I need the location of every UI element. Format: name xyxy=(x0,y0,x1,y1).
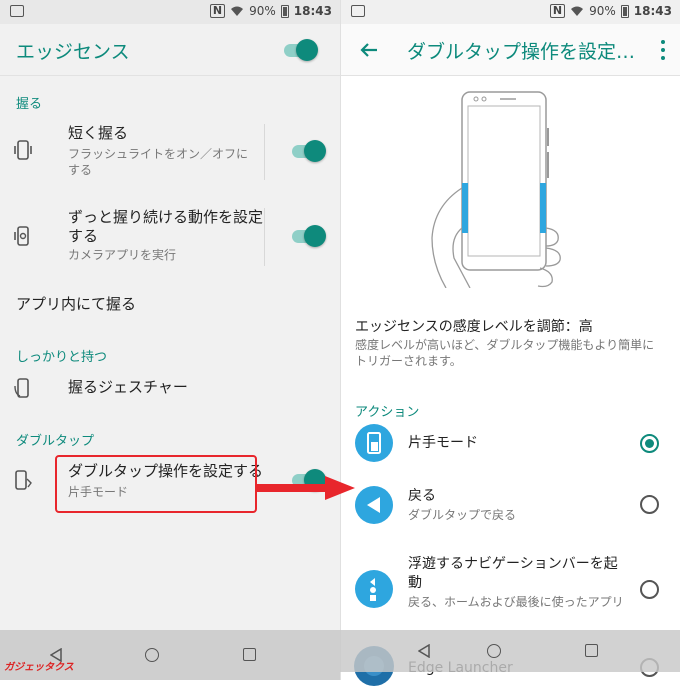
nfc-icon: N xyxy=(549,4,566,18)
sensitivity-description: 感度レベルが高いほど、ダブルタップ機能もより簡単にトリガーされます。 xyxy=(355,338,655,368)
back-triangle-icon xyxy=(355,486,393,524)
phone-squeeze-icon xyxy=(14,140,32,160)
app-bar: エッジセンス xyxy=(0,24,340,76)
action-title-back[interactable]: 戻る xyxy=(408,487,436,506)
short-squeeze-toggle[interactable] xyxy=(290,139,326,163)
nav-recents-icon[interactable] xyxy=(585,644,598,657)
page-title: エッジセンス xyxy=(16,41,130,63)
radio-back[interactable] xyxy=(640,495,659,514)
wifi-icon xyxy=(571,6,584,16)
left-screen: N 90% 18:43 エッジセンス 握る 短く握る フラッシュライトをオン／オ… xyxy=(0,0,340,680)
long-squeeze-title[interactable]: ずっと握り続ける動作を設定する xyxy=(68,208,264,246)
battery-icon xyxy=(620,4,629,18)
floating-navbar-icon xyxy=(355,570,393,608)
radio-one-hand[interactable] xyxy=(640,434,659,453)
watermark-logo: ガジェッタクス xyxy=(4,662,74,673)
back-arrow-icon[interactable] xyxy=(357,38,381,62)
battery-percent: 90% xyxy=(589,4,616,18)
nav-back-icon[interactable] xyxy=(418,644,430,658)
phone-doubletap-icon xyxy=(15,470,32,490)
battery-percent: 90% xyxy=(249,4,276,18)
master-toggle[interactable] xyxy=(282,38,318,62)
notification-icon xyxy=(10,5,24,17)
phone-camera-icon xyxy=(14,226,29,246)
highlight-box xyxy=(55,455,257,513)
wifi-icon xyxy=(231,6,244,16)
battery-icon xyxy=(280,4,289,18)
more-options-icon[interactable] xyxy=(660,40,666,60)
clock: 18:43 xyxy=(293,4,332,18)
nav-recents-icon[interactable] xyxy=(243,648,256,661)
section-header-actions: アクション xyxy=(355,405,420,420)
action-subtitle-back: ダブルタップで戻る xyxy=(408,508,517,522)
section-header-squeeze: 握る xyxy=(16,97,43,112)
status-bar: N 90% 18:43 xyxy=(341,0,680,24)
one-hand-mode-icon xyxy=(355,424,393,462)
action-title-one-hand[interactable]: 片手モード xyxy=(408,434,478,453)
radio-floating-nav[interactable] xyxy=(640,580,659,599)
phone-hand-illustration xyxy=(431,91,561,288)
nfc-icon: N xyxy=(209,4,226,18)
annotation-arrow-icon xyxy=(255,476,355,500)
short-squeeze-title[interactable]: 短く握る xyxy=(68,124,128,143)
in-app-squeeze-item[interactable]: アプリ内にて握る xyxy=(16,295,136,314)
nav-bar xyxy=(340,630,680,672)
clock: 18:43 xyxy=(633,4,672,18)
nav-home-icon[interactable] xyxy=(487,644,501,658)
nav-home-icon[interactable] xyxy=(145,648,159,662)
divider xyxy=(264,208,265,266)
page-title: ダブルタップ操作を設定… xyxy=(407,41,636,63)
long-squeeze-subtitle: カメラアプリを実行 xyxy=(68,248,177,262)
notification-icon xyxy=(351,5,365,17)
app-bar: ダブルタップ操作を設定… xyxy=(341,24,680,76)
long-squeeze-toggle[interactable] xyxy=(290,224,326,248)
phone-hold-icon xyxy=(14,378,29,398)
sensitivity-title[interactable]: エッジセンスの感度レベルを調節：高 xyxy=(355,316,593,336)
divider xyxy=(264,124,265,180)
action-subtitle-floating-nav: 戻る、ホームおよび最後に使ったアプリ xyxy=(408,595,624,609)
status-bar: N 90% 18:43 xyxy=(0,0,340,24)
short-squeeze-subtitle: フラッシュライトをオン／オフにする xyxy=(68,147,249,177)
section-header-doubletap: ダブルタップ xyxy=(16,434,95,449)
action-title-floating-nav[interactable]: 浮遊するナビゲーションバーを起動 xyxy=(408,555,628,593)
section-header-hold: しっかりと持つ xyxy=(16,350,108,365)
squeeze-gesture-item[interactable]: 握るジェスチャー xyxy=(68,378,188,397)
